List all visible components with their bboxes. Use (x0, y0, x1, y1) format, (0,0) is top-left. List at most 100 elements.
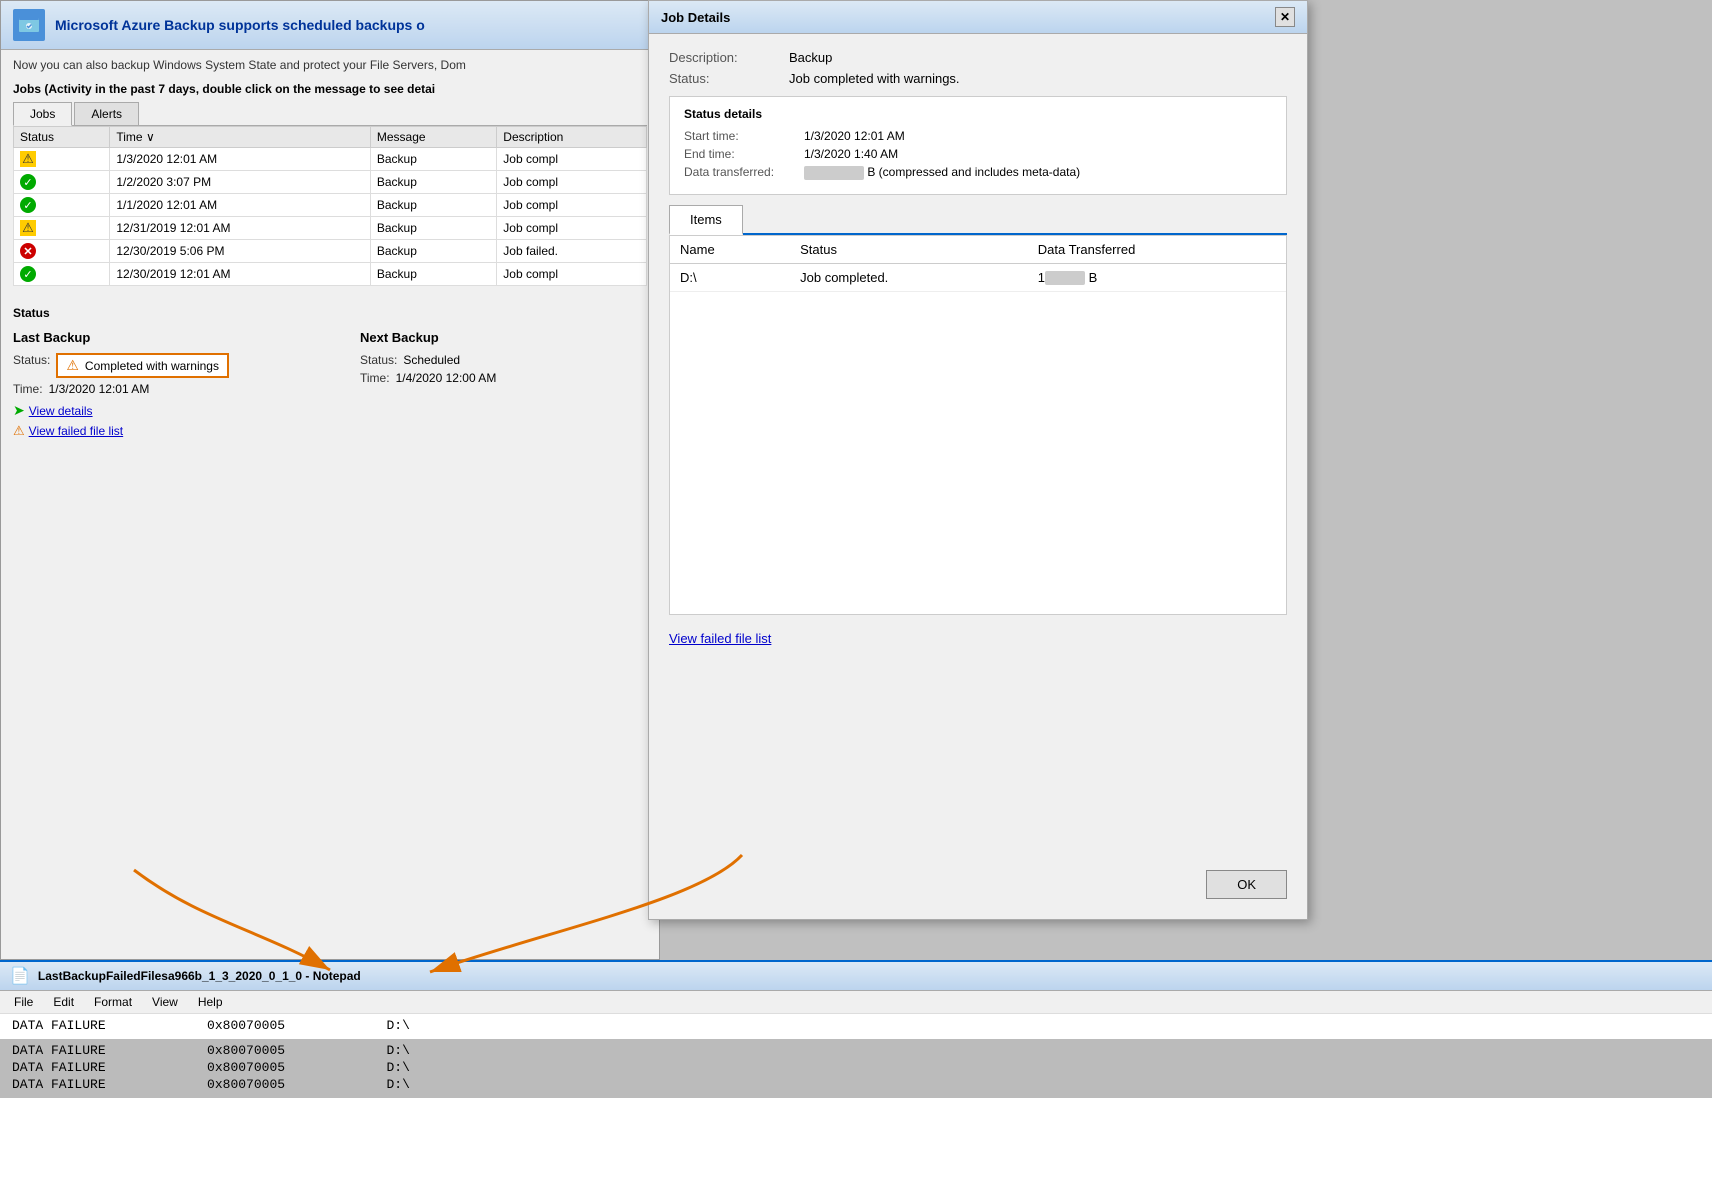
last-backup-time-label: Time: (13, 382, 43, 396)
status-cell: ✓ (14, 171, 110, 194)
dialog-view-failed-link[interactable]: View failed file list (669, 631, 1287, 646)
blurred-size (804, 166, 864, 180)
tab-alerts[interactable]: Alerts (74, 102, 139, 125)
notepad-line-4: DATA FAILURE 0x80070005 D:\ (12, 1077, 1700, 1092)
time-cell: 12/31/2019 12:01 AM (110, 217, 370, 240)
col-time[interactable]: Time ∨ (110, 127, 370, 148)
description-label: Description: (669, 50, 779, 65)
message-cell: Backup (370, 148, 496, 171)
status-cell: ⚠ (14, 217, 110, 240)
status-value: Job completed with warnings. (789, 71, 960, 86)
time-cell: 12/30/2019 5:06 PM (110, 240, 370, 263)
notepad-line-2: DATA FAILURE 0x80070005 D:\ (12, 1043, 1700, 1058)
notepad-window: 📄 LastBackupFailedFilesa966b_1_3_2020_0_… (0, 960, 1712, 1185)
col-message[interactable]: Message (370, 127, 496, 148)
green-arrow-icon: ➤ (13, 402, 25, 419)
data-transferred-suffix: B (compressed and includes meta-data) (867, 165, 1080, 179)
warning-icon: ⚠ (20, 151, 36, 167)
table-row[interactable]: ⚠ 12/31/2019 12:01 AM Backup Job compl (14, 217, 647, 240)
notepad-menubar: File Edit Format View Help (0, 991, 1712, 1014)
desc-cell: Job failed. (497, 240, 647, 263)
notepad-line-1: DATA FAILURE 0x80070005 D:\ (12, 1018, 1700, 1033)
col-description[interactable]: Description (497, 127, 647, 148)
notepad-line-3: DATA FAILURE 0x80070005 D:\ (12, 1060, 1700, 1075)
items-tab[interactable]: Items (669, 205, 743, 235)
warning-icon: ⚠ (20, 220, 36, 236)
menu-format[interactable]: Format (84, 993, 142, 1011)
line1-col1: DATA FAILURE (12, 1018, 106, 1033)
subtitle: Now you can also backup Windows System S… (13, 58, 647, 72)
col-status[interactable]: Status (14, 127, 110, 148)
menu-edit[interactable]: Edit (43, 993, 84, 1011)
status-cell: ⚠ (14, 148, 110, 171)
message-cell: Backup (370, 194, 496, 217)
line2-col2: 0x80070005 (207, 1043, 285, 1058)
ok-button[interactable]: OK (1206, 870, 1287, 899)
table-row[interactable]: ⚠ 1/3/2020 12:01 AM Backup Job compl (14, 148, 647, 171)
table-row[interactable]: ✓ 1/2/2020 3:07 PM Backup Job compl (14, 171, 647, 194)
blurred-transfer (1045, 271, 1085, 285)
table-row[interactable]: ✓ 1/1/2020 12:01 AM Backup Job compl (14, 194, 647, 217)
line4-col1: DATA FAILURE (12, 1077, 106, 1092)
success-icon: ✓ (20, 197, 36, 213)
close-button[interactable]: ✕ (1275, 7, 1295, 27)
last-backup-time-row: Time: 1/3/2020 12:01 AM (13, 382, 300, 396)
notepad-content-lower: DATA FAILURE 0x80070005 D:\ DATA FAILURE… (0, 1039, 1712, 1098)
view-details-link[interactable]: View details (29, 404, 93, 418)
message-cell: Backup (370, 240, 496, 263)
status-grid: Last Backup Status: ⚠ Completed with war… (13, 330, 647, 439)
next-backup-time-value: 1/4/2020 12:00 AM (396, 371, 497, 385)
status-title: Status (13, 306, 647, 320)
description-value: Backup (789, 50, 832, 65)
tab-jobs[interactable]: Jobs (13, 102, 72, 126)
items-tab-container: Items Name Status Data Transferred D:\ (669, 205, 1287, 615)
menu-view[interactable]: View (142, 993, 188, 1011)
data-transferred-row: Data transferred: B (compressed and incl… (684, 165, 1272, 180)
line3-col3: D:\ (386, 1060, 409, 1075)
last-backup-title: Last Backup (13, 330, 300, 345)
data-transferred-label: Data transferred: (684, 165, 794, 180)
items-table: Name Status Data Transferred D:\ Job com… (670, 236, 1286, 293)
line1-col3: D:\ (386, 1018, 409, 1033)
table-row[interactable]: ✕ 12/30/2019 5:06 PM Backup Job failed. (14, 240, 647, 263)
line3-col2: 0x80070005 (207, 1060, 285, 1075)
last-backup-status-label: Status: (13, 353, 50, 378)
line3-col1: DATA FAILURE (12, 1060, 106, 1075)
job-details-dialog: Job Details ✕ Description: Backup Status… (648, 0, 1308, 920)
end-time-value: 1/3/2020 1:40 AM (804, 147, 898, 161)
items-table-container: Name Status Data Transferred D:\ Job com… (669, 235, 1287, 615)
menu-file[interactable]: File (4, 993, 43, 1011)
description-field: Description: Backup (669, 50, 1287, 65)
last-backup-col: Last Backup Status: ⚠ Completed with war… (13, 330, 300, 439)
table-row[interactable]: ✓ 12/30/2019 12:01 AM Backup Job compl (14, 263, 647, 286)
line1-col2: 0x80070005 (207, 1018, 285, 1033)
dialog-content: Description: Backup Status: Job complete… (649, 34, 1307, 678)
notepad-titlebar: 📄 LastBackupFailedFilesa966b_1_3_2020_0_… (0, 962, 1712, 991)
status-cell: ✓ (14, 263, 110, 286)
start-time-value: 1/3/2020 12:01 AM (804, 129, 905, 143)
menu-help[interactable]: Help (188, 993, 233, 1011)
dialog-titlebar: Job Details ✕ (649, 1, 1307, 34)
status-details-box: Status details Start time: 1/3/2020 12:0… (669, 96, 1287, 195)
time-cell: 12/30/2019 12:01 AM (110, 263, 370, 286)
jobs-table: Status Time ∨ Message Description ⚠ 1/3/… (13, 126, 647, 286)
error-icon: ✕ (20, 243, 36, 259)
next-backup-time-label: Time: (360, 371, 390, 385)
view-failed-row: ⚠ View failed file list (13, 423, 300, 439)
item-status: Job completed. (790, 263, 1028, 292)
next-backup-col: Next Backup Status: Scheduled Time: 1/4/… (360, 330, 647, 439)
success-icon: ✓ (20, 266, 36, 282)
next-backup-status-row: Status: Scheduled (360, 353, 647, 367)
line2-col3: D:\ (386, 1043, 409, 1058)
main-content: Now you can also backup Windows System S… (1, 50, 659, 447)
time-cell: 1/2/2020 3:07 PM (110, 171, 370, 194)
next-backup-status-label: Status: (360, 353, 397, 367)
status-details-title: Status details (684, 107, 1272, 121)
main-window: Microsoft Azure Backup supports schedule… (0, 0, 660, 960)
message-cell: Backup (370, 217, 496, 240)
status-label: Status: (669, 71, 779, 86)
view-failed-file-list-link[interactable]: View failed file list (29, 424, 124, 438)
desc-cell: Job compl (497, 194, 647, 217)
items-table-row[interactable]: D:\ Job completed. 1 B (670, 263, 1286, 292)
line4-col2: 0x80070005 (207, 1077, 285, 1092)
